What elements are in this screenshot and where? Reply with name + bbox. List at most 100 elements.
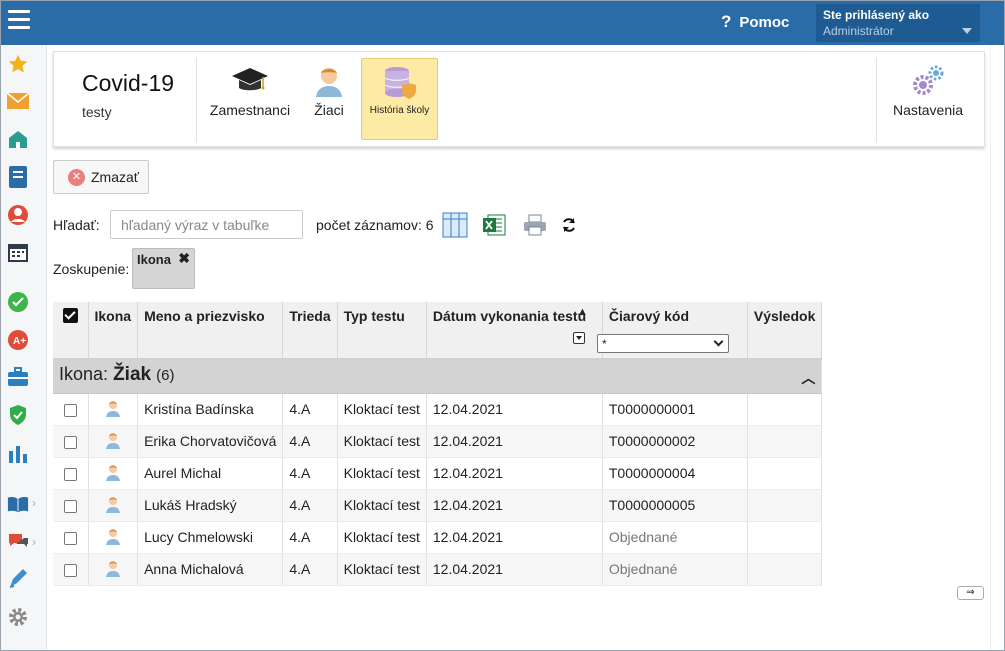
row-checkbox[interactable] — [63, 467, 77, 481]
grade-icon[interactable]: A+ — [7, 329, 29, 351]
bar-chart-icon[interactable] — [7, 442, 29, 464]
shield-check-icon[interactable] — [7, 404, 29, 426]
cell-date: 12.04.2021 — [426, 425, 603, 458]
chat-icon[interactable] — [7, 531, 29, 553]
chevron-down-icon — [713, 336, 724, 347]
student-icon — [105, 560, 120, 577]
book-icon[interactable] — [7, 493, 29, 515]
group-prefix: Ikona: — [59, 364, 109, 385]
gear-icon[interactable] — [7, 606, 29, 628]
chevron-up-icon[interactable]: ︿ — [801, 368, 815, 388]
cell-code: T0000000004 — [602, 457, 748, 490]
table-row[interactable]: Lukáš Hradský 4.A Kloktací test 12.04.20… — [53, 489, 823, 522]
module-label: Zamestnanci — [209, 102, 291, 118]
column-header[interactable]: Trieda — [282, 302, 338, 360]
delete-button[interactable]: ✕ Zmazať — [53, 160, 149, 194]
close-icon[interactable]: ✖ — [178, 250, 190, 267]
module-label: História školy — [369, 105, 430, 116]
search-label: Hľadať: — [53, 217, 100, 233]
cell-type: Kloktací test — [337, 393, 427, 426]
group-row[interactable]: Ikona: Žiak (6) ︿ — [53, 359, 823, 394]
refresh-icon[interactable] — [556, 212, 582, 238]
column-header[interactable]: Dátum vykonania testu — [426, 302, 603, 360]
select-all-cell — [53, 302, 89, 360]
module-historia-skoly[interactable]: História školy — [361, 58, 438, 140]
star-icon[interactable] — [7, 53, 29, 75]
menu-icon[interactable] — [8, 10, 30, 30]
student-icon — [105, 432, 120, 449]
cell-name: Lukáš Hradský — [137, 489, 284, 522]
vertical-scrollbar[interactable] — [990, 45, 1004, 650]
table-row[interactable]: Erika Chorvatovičová 4.A Kloktací test 1… — [53, 425, 823, 458]
table-row[interactable]: Lucy Chmelowski 4.A Kloktací test 12.04.… — [53, 521, 823, 554]
cell-name: Kristína Badínska — [137, 393, 284, 426]
module-nastavenia[interactable]: Nastavenia — [888, 58, 968, 140]
calendar-icon[interactable] — [7, 241, 29, 263]
column-header[interactable]: Ikona — [88, 302, 139, 360]
excel-icon[interactable] — [481, 212, 507, 238]
cell-name: Erika Chorvatovičová — [137, 425, 284, 458]
cell-code: Objednané — [602, 553, 748, 586]
notebook-icon[interactable] — [7, 166, 29, 188]
column-header[interactable]: Typ testu — [337, 302, 427, 360]
module-ziaci[interactable]: Žiaci — [304, 58, 354, 140]
database-shield-icon — [384, 67, 416, 99]
person-icon[interactable] — [7, 204, 29, 226]
row-checkbox[interactable] — [63, 435, 77, 449]
row-checkbox[interactable] — [63, 403, 77, 417]
chevron-right-icon: › — [32, 535, 36, 549]
row-checkbox[interactable] — [63, 499, 77, 513]
briefcase-icon[interactable] — [7, 366, 29, 388]
chevron-down-icon — [962, 28, 972, 34]
cell-result — [747, 457, 823, 490]
cell-class: 4.A — [282, 553, 338, 586]
cell-result — [747, 521, 823, 554]
columns-icon[interactable] — [442, 212, 468, 238]
cell-code: Objednané — [602, 521, 748, 554]
divider — [876, 58, 877, 142]
check-circle-icon[interactable] — [7, 291, 29, 313]
group-chip[interactable]: Ikona ✖ — [132, 248, 195, 289]
row-checkbox[interactable] — [63, 531, 77, 545]
group-count: (6) — [156, 367, 175, 385]
table-row[interactable]: Anna Michalová 4.A Kloktací test 12.04.2… — [53, 553, 823, 586]
graduation-cap-icon — [232, 68, 268, 91]
cell-class: 4.A — [282, 489, 338, 522]
pen-icon[interactable] — [7, 568, 29, 590]
user-name: Administrátor — [823, 24, 894, 38]
mail-icon[interactable] — [7, 90, 29, 112]
cell-type: Kloktací test — [337, 553, 427, 586]
cell-class: 4.A — [282, 393, 338, 426]
cell-name: Anna Michalová — [137, 553, 284, 586]
gears-icon — [913, 65, 944, 95]
cell-date: 12.04.2021 — [426, 457, 603, 490]
cell-result — [747, 489, 823, 522]
scroll-right-button[interactable]: ⇒ — [957, 586, 984, 600]
school-icon[interactable] — [7, 128, 29, 150]
cell-class: 4.A — [282, 521, 338, 554]
user-label: Ste prihlásený ako — [823, 8, 930, 22]
filter-dropdown-icon[interactable] — [573, 332, 585, 344]
table-row[interactable]: Kristína Badínska 4.A Kloktací test 12.0… — [53, 393, 823, 426]
user-menu[interactable]: Ste prihlásený ako Administrátor — [816, 4, 980, 42]
module-zamestnanci[interactable]: Zamestnanci — [206, 58, 294, 140]
top-bar: ? Pomoc Ste prihlásený ako Administrátor — [1, 1, 1004, 45]
student-icon — [105, 496, 120, 513]
sort-ascending-icon[interactable]: ▲ — [577, 306, 588, 318]
column-header[interactable]: Výsledok — [747, 302, 823, 360]
search-input[interactable] — [110, 210, 303, 239]
row-checkbox[interactable] — [63, 563, 77, 577]
cell-type: Kloktací test — [337, 425, 427, 458]
table-row[interactable]: Aurel Michal 4.A Kloktací test 12.04.202… — [53, 457, 823, 490]
print-icon[interactable] — [522, 212, 548, 238]
close-icon: ✕ — [68, 168, 85, 186]
cell-code: T0000000005 — [602, 489, 748, 522]
help-label: Pomoc — [739, 14, 790, 31]
cell-name: Lucy Chmelowski — [137, 521, 284, 554]
student-icon — [105, 528, 120, 545]
app-subtitle: testy — [82, 104, 112, 120]
barcode-filter-select[interactable]: * — [597, 334, 729, 353]
column-header[interactable]: Meno a priezvisko — [137, 302, 284, 360]
help-button[interactable]: ? Pomoc — [721, 12, 789, 32]
select-all-checkbox[interactable] — [62, 308, 78, 323]
